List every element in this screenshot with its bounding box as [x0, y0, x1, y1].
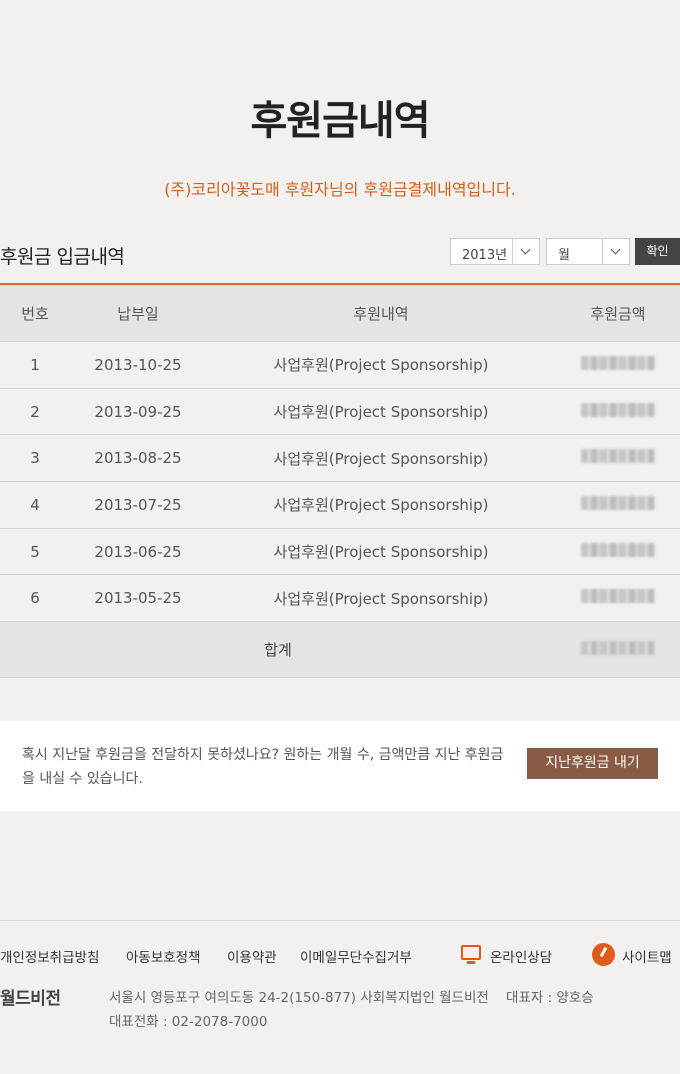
month-select-value: 월	[558, 248, 570, 263]
table-row: 2 2013-09-25 사업후원(Project Sponsorship)	[0, 388, 680, 436]
page-title: 후원금내역	[250, 98, 431, 144]
blurred-amount	[581, 402, 655, 417]
row-amount	[556, 402, 680, 421]
row-amount	[556, 589, 680, 607]
link-online-consult[interactable]: 온라인상담	[490, 946, 552, 966]
row-date: 2013-10-25	[94, 355, 182, 374]
blurred-amount	[581, 355, 655, 370]
total-amount	[556, 640, 680, 659]
donation-table: 번호 납부일 후원내역 후원금액 1 2013-10-25 사업후원(Proje…	[0, 283, 680, 679]
row-number: 1	[30, 355, 40, 374]
row-date: 2013-08-25	[94, 449, 182, 468]
blurred-amount	[581, 589, 655, 604]
table-row: 6 2013-05-25 사업후원(Project Sponsorship)	[0, 575, 680, 623]
page-subtitle: (주)코리아꽃도매 후원자님의 후원금결제내역입니다.	[164, 180, 516, 199]
row-description: 사업후원(Project Sponsorship)	[273, 496, 489, 515]
section-title: 후원금 입금내역	[0, 246, 125, 268]
row-amount	[556, 542, 680, 561]
row-amount	[556, 495, 680, 514]
header-number: 번호	[21, 304, 49, 323]
total-row: 합계	[0, 622, 680, 679]
row-number: 5	[30, 542, 40, 561]
link-child-protection[interactable]: 아동보호정책	[126, 946, 201, 966]
row-description: 사업후원(Project Sponsorship)	[273, 589, 489, 608]
confirm-button[interactable]: 확인	[635, 238, 680, 265]
row-number: 4	[30, 495, 40, 514]
row-description: 사업후원(Project Sponsorship)	[273, 543, 489, 562]
row-date: 2013-09-25	[94, 402, 182, 421]
total-label: 합계	[264, 641, 292, 660]
notice-text: 혹시 지난달 후원금을 전달하지 못하셨나요? 원하는 개월 수, 금액만큼 지…	[22, 747, 504, 787]
blurred-amount	[581, 449, 655, 464]
header-amount: 후원금액	[590, 304, 646, 323]
row-description: 사업후원(Project Sponsorship)	[273, 403, 489, 422]
phone-text: 대표전화 : 02-2078-7000	[109, 1014, 268, 1030]
link-email-refusal[interactable]: 이메일무단수집거부	[300, 946, 412, 966]
table-row: 5 2013-06-25 사업후원(Project Sponsorship)	[0, 528, 680, 576]
row-number: 6	[30, 589, 40, 608]
row-date: 2013-05-25	[94, 589, 182, 608]
blurred-amount	[581, 640, 655, 655]
table-header: 번호 납부일 후원내역 후원금액	[0, 285, 680, 342]
month-select[interactable]: 월	[546, 238, 630, 265]
gauge-icon[interactable]	[592, 943, 615, 966]
link-terms[interactable]: 이용약관	[227, 946, 277, 966]
header-description: 후원내역	[353, 304, 409, 323]
row-description: 사업후원(Project Sponsorship)	[273, 449, 489, 468]
row-date: 2013-07-25	[94, 495, 182, 514]
chevron-down-icon	[512, 239, 539, 264]
row-date: 2013-06-25	[94, 542, 182, 561]
footer-address: 서울시 영등포구 여의도동 24-2(150-877) 사회복지법인 월드비전 …	[109, 986, 594, 1034]
row-number: 2	[30, 402, 40, 421]
filter-bar: 후원금 입금내역 2013년 월 확인	[0, 238, 680, 274]
year-select-value: 2013년	[462, 248, 508, 263]
footer-links: 개인정보취급방침 아동보호정책 이용약관 이메일무단수집거부 온라인상담 사이트…	[0, 943, 680, 966]
ceo-text: 대표자 : 양호승	[506, 990, 594, 1006]
blurred-amount	[581, 495, 655, 510]
footer-divider	[0, 920, 680, 921]
table-row: 3 2013-08-25 사업후원(Project Sponsorship)	[0, 435, 680, 483]
link-privacy-policy[interactable]: 개인정보취급방침	[0, 946, 99, 966]
row-amount	[556, 355, 680, 374]
footer-logo[interactable]: 월드비전	[0, 984, 61, 1009]
row-amount	[556, 449, 680, 467]
past-donation-button[interactable]: 지난후원금 내기	[527, 748, 658, 779]
monitor-icon[interactable]	[461, 945, 481, 964]
link-sitemap[interactable]: 사이트맵	[622, 946, 672, 966]
table-row: 4 2013-07-25 사업후원(Project Sponsorship)	[0, 482, 680, 529]
year-select[interactable]: 2013년	[450, 238, 540, 265]
header-date: 납부일	[117, 304, 159, 323]
row-number: 3	[30, 449, 40, 468]
past-donation-notice: 혹시 지난달 후원금을 전달하지 못하셨나요? 원하는 개월 수, 금액만큼 지…	[0, 721, 680, 811]
blurred-amount	[581, 542, 655, 557]
chevron-down-icon	[602, 239, 629, 264]
row-description: 사업후원(Project Sponsorship)	[273, 356, 489, 375]
address-text: 서울시 영등포구 여의도동 24-2(150-877) 사회복지법인 월드비전	[109, 990, 489, 1006]
table-row: 1 2013-10-25 사업후원(Project Sponsorship)	[0, 342, 680, 389]
